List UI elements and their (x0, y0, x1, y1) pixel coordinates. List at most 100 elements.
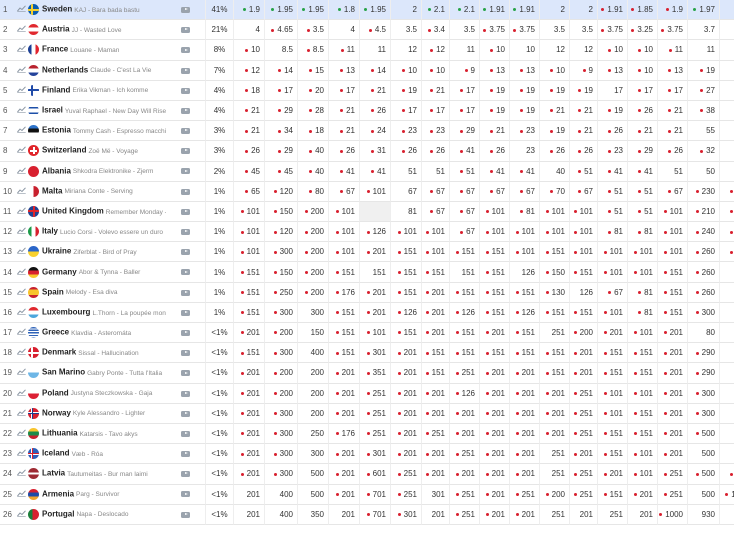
odds-cell[interactable]: 701 (360, 504, 391, 525)
odds-cell[interactable]: 151 (391, 323, 422, 344)
odds-cell[interactable]: 101 (598, 262, 628, 283)
country-cell[interactable]: Sweden KAJ - Bara bada bastu (28, 0, 166, 21)
odds-cell[interactable]: 151 (628, 343, 658, 364)
odds-cell[interactable]: 201 (329, 464, 360, 485)
odds-cell[interactable]: 1000 (720, 485, 734, 505)
odds-cell[interactable]: 26 (540, 141, 570, 162)
odds-cell[interactable]: 101 (658, 201, 688, 223)
odds-cell[interactable]: 251 (450, 484, 480, 505)
odds-cell[interactable]: 20 (298, 80, 329, 101)
odds-cell[interactable]: 101 (480, 201, 510, 223)
odds-cell[interactable]: 430 (720, 283, 734, 303)
odds-cell[interactable]: 101 (658, 222, 688, 243)
odds-cell[interactable]: 200 (540, 484, 570, 505)
odds-cell[interactable]: 151 (570, 302, 598, 323)
odds-cell[interactable]: 500 (298, 484, 329, 505)
odds-cell[interactable]: 101 (234, 242, 265, 263)
odds-cell[interactable]: 26 (480, 141, 510, 162)
odds-cell[interactable]: 17 (391, 100, 422, 122)
odds-cell[interactable]: 201 (658, 323, 688, 344)
odds-cell[interactable]: 27 (688, 80, 720, 101)
odds-cell[interactable]: 13 (598, 60, 628, 81)
odds-cell[interactable]: 300 (298, 302, 329, 323)
odds-cell[interactable]: 26 (422, 141, 450, 162)
table-row[interactable]: 19 San Marino Gabry Ponte - Tutta l'Italia… (0, 363, 734, 384)
odds-cell[interactable]: 101 (628, 464, 658, 485)
odds-cell[interactable]: 81 (628, 302, 658, 323)
odds-cell[interactable]: 201 (480, 363, 510, 384)
odds-cell[interactable]: 120 (265, 181, 298, 202)
country-cell[interactable]: Netherlands Claude - C'est La Vie (28, 61, 166, 81)
odds-cell[interactable]: 13 (658, 60, 688, 81)
odds-cell[interactable]: 51 (570, 161, 598, 182)
odds-cell[interactable]: 201 (422, 302, 450, 323)
odds-cell[interactable]: 200 (265, 363, 298, 384)
odds-cell[interactable]: 101 (234, 201, 265, 223)
odds-cell[interactable]: 201 (658, 363, 688, 384)
odds-cell[interactable]: 250 (265, 282, 298, 303)
odds-cell[interactable]: 201 (658, 444, 688, 465)
odds-cell[interactable]: 201 (450, 403, 480, 424)
odds-cell[interactable]: 251 (450, 504, 480, 525)
odds-cell[interactable]: 126 (510, 302, 540, 323)
country-cell[interactable]: Portugal Napa - Deslocado (28, 505, 166, 525)
trend-chart-icon[interactable] (14, 363, 28, 384)
odds-cell[interactable]: 26 (570, 141, 598, 162)
trend-chart-icon[interactable] (14, 20, 28, 41)
table-row[interactable]: 4 Netherlands Claude - C'est La Vie 7% 12 14 1… (0, 60, 734, 81)
odds-cell[interactable]: 17 (450, 80, 480, 101)
odds-cell[interactable]: 1.9 (658, 0, 688, 21)
odds-cell[interactable]: 1.95 (298, 0, 329, 21)
video-button[interactable] (166, 100, 206, 122)
odds-cell[interactable]: 51 (450, 161, 480, 182)
odds-cell[interactable]: 34 (265, 121, 298, 142)
trend-chart-icon[interactable] (14, 343, 28, 364)
odds-cell[interactable]: 251 (422, 423, 450, 445)
odds-cell[interactable]: 300 (265, 302, 298, 323)
odds-cell[interactable]: 11 (688, 40, 720, 61)
odds-cell[interactable]: 151 (510, 323, 540, 344)
odds-cell[interactable]: 251 (540, 464, 570, 485)
odds-cell[interactable]: 126 (360, 222, 391, 243)
odds-cell[interactable]: 31 (360, 141, 391, 162)
odds-cell[interactable]: 101 (570, 222, 598, 243)
table-row[interactable]: 15 Spain Melody - Esa diva 1% 151 250 200 176 20… (0, 282, 734, 303)
odds-cell[interactable]: 101 (628, 323, 658, 344)
odds-cell[interactable]: 19 (480, 100, 510, 122)
odds-cell[interactable]: 41 (510, 161, 540, 182)
odds-cell[interactable]: 201 (422, 323, 450, 344)
country-cell[interactable]: France Louane - Maman (28, 40, 166, 61)
odds-cell[interactable]: 10 (234, 40, 265, 61)
table-row[interactable]: 9 Albania Shkodra Elektronike - Zjerm 2% 45 4… (0, 161, 734, 182)
odds-cell[interactable]: 151 (658, 282, 688, 303)
odds-cell[interactable]: 151 (598, 343, 628, 364)
video-button[interactable] (166, 201, 206, 223)
odds-cell[interactable]: 351 (360, 363, 391, 384)
odds-cell[interactable]: 251 (570, 383, 598, 404)
odds-cell[interactable]: 3.25 (628, 20, 658, 41)
table-row[interactable]: 20 Poland Justyna Steczkowska - Gaja <1% 201… (0, 383, 734, 404)
odds-cell[interactable]: 101 (628, 444, 658, 465)
odds-cell[interactable]: 101 (628, 262, 658, 283)
odds-cell[interactable]: 201 (234, 423, 265, 445)
odds-cell[interactable]: 81 (598, 222, 628, 243)
odds-cell[interactable]: 101 (422, 222, 450, 243)
country-cell[interactable]: Poland Justyna Steczkowska - Gaja (28, 384, 166, 404)
odds-cell[interactable]: 21 (570, 100, 598, 122)
odds-cell[interactable]: 301 (391, 504, 422, 525)
odds-cell[interactable]: 50 (688, 161, 720, 182)
trend-chart-icon[interactable] (14, 424, 28, 445)
table-row[interactable]: 12 Italy Lucio Corsi - Volevo essere un du… (0, 222, 734, 243)
odds-cell[interactable]: 67 (391, 181, 422, 202)
odds-cell[interactable]: 19 (510, 100, 540, 122)
odds-cell[interactable]: 151 (598, 423, 628, 445)
odds-cell[interactable]: 3.5 (540, 20, 570, 41)
odds-cell[interactable]: 70 (540, 181, 570, 202)
odds-cell[interactable]: 2 (540, 0, 570, 21)
odds-cell[interactable]: 12 (391, 40, 422, 61)
odds-cell[interactable]: 201 (540, 423, 570, 445)
odds-cell[interactable]: 200 (570, 323, 598, 344)
trend-chart-icon[interactable] (14, 464, 28, 485)
odds-cell[interactable]: 1.91 (510, 0, 540, 21)
odds-cell[interactable]: 1.91 (598, 0, 628, 21)
